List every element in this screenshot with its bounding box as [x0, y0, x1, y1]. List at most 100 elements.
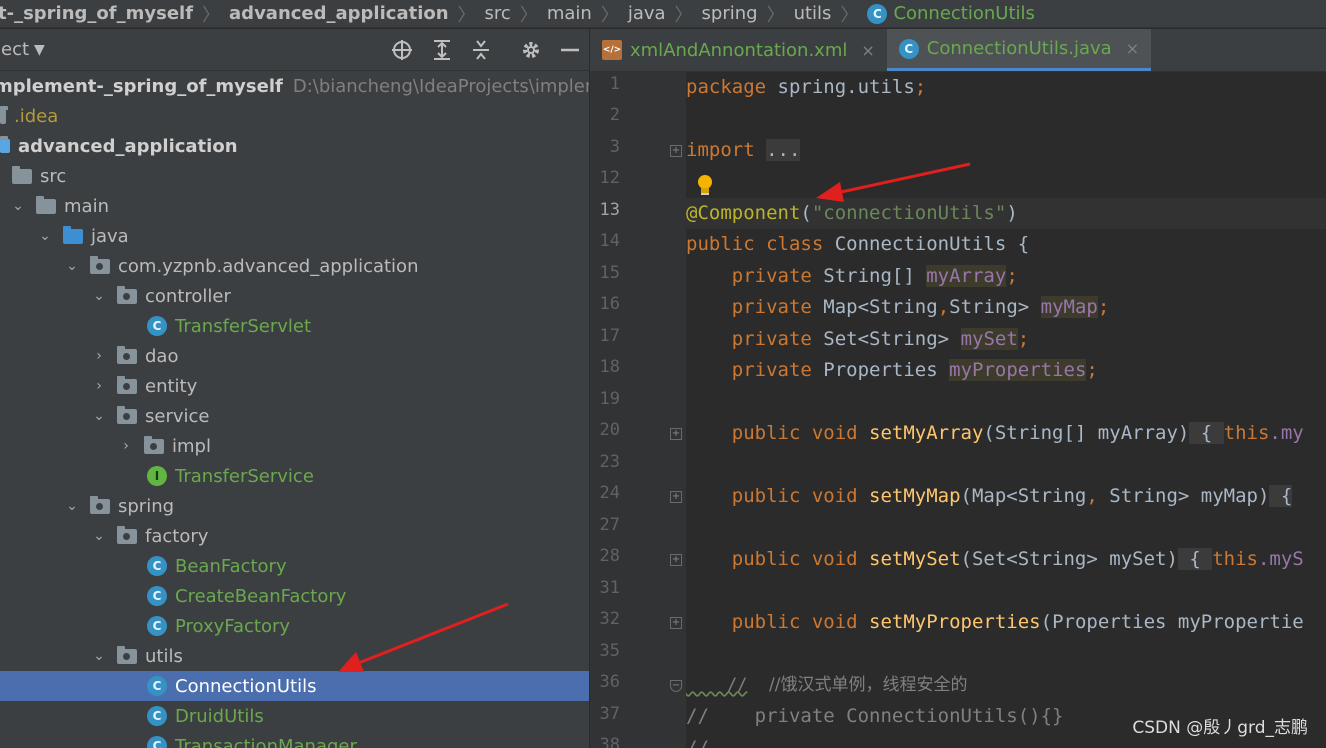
code-line: public void setMySet(Set<String> mySet) … — [686, 544, 1326, 575]
code-token: private — [686, 328, 812, 350]
breadcrumb-src[interactable]: src — [481, 3, 515, 24]
code-token: String> myMap) — [1097, 485, 1270, 507]
code-token: ; — [1017, 328, 1030, 350]
breadcrumb-main[interactable]: main — [543, 3, 596, 24]
tree-item-entity[interactable]: › entity — [0, 371, 589, 401]
code-token: ( — [800, 202, 812, 224]
close-icon[interactable]: × — [1126, 39, 1139, 58]
code-token: Map<String — [811, 296, 938, 318]
tree-item-java[interactable]: ⌄ java — [0, 221, 589, 251]
tree-item-package-root[interactable]: ⌄ com.yzpnb.advanced_application — [0, 251, 589, 281]
tab-connection-utils[interactable]: C ConnectionUtils.java × — [886, 29, 1152, 71]
code-token: public void — [686, 485, 870, 507]
package-icon — [117, 375, 137, 394]
fold-expand-icon[interactable]: + — [670, 617, 682, 629]
chevron-right-icon[interactable]: › — [118, 438, 134, 454]
breadcrumb-java[interactable]: java — [624, 3, 670, 24]
line-number: 2 — [609, 105, 620, 125]
code-token: setMyMap — [869, 485, 961, 507]
tree-item-advanced-application[interactable]: advanced_application — [0, 131, 589, 161]
tree-item-utils[interactable]: ⌄ utils — [0, 641, 589, 671]
tree-item-controller[interactable]: ⌄ controller — [0, 281, 589, 311]
class-icon: C — [147, 706, 167, 726]
line-number: 12 — [599, 168, 620, 188]
chevron-down-icon[interactable]: ⌄ — [37, 228, 53, 244]
fold-expand-icon[interactable]: + — [670, 145, 682, 157]
code-token: .my — [1269, 422, 1304, 444]
minimize-icon[interactable] — [558, 38, 582, 62]
tree-root-path: D:\biancheng\IdeaProjects\implement — [292, 75, 589, 97]
line-number: 3 — [609, 137, 620, 157]
code-token: setMySet — [869, 548, 961, 570]
breadcrumb-utils[interactable]: utils — [790, 3, 836, 24]
tree-item-factory[interactable]: ⌄ factory — [0, 521, 589, 551]
fold-expand-icon[interactable]: + — [670, 428, 682, 440]
breadcrumb-class-label: ConnectionUtils — [893, 3, 1035, 24]
code-area[interactable]: 1 2 3 12 13 14 15 16 17 18 19 20 23 24 2… — [590, 72, 1326, 748]
breadcrumb-module[interactable]: advanced_application — [225, 3, 453, 24]
tree-item-connection-utils[interactable]: C ConnectionUtils — [0, 671, 589, 701]
tab-xml[interactable]: </> xmlAndAnnontation.xml × — [590, 29, 887, 71]
tree-item-idea[interactable]: .idea — [0, 101, 589, 131]
code-token: String> — [949, 296, 1041, 318]
code-line: // //饿汉式单例，线程安全的 — [686, 670, 1326, 701]
chevron-right-icon: 〉 — [766, 4, 785, 26]
chevron-down-icon[interactable]: ⌄ — [91, 408, 107, 424]
breadcrumb: t-_spring_of_myself 〉 advanced_applicati… — [0, 0, 1326, 28]
line-number: 23 — [599, 452, 620, 472]
collapse-all-icon[interactable] — [469, 38, 493, 62]
locate-icon[interactable] — [390, 38, 414, 62]
tree-item-service[interactable]: ⌄ service — [0, 401, 589, 431]
line-number: 31 — [599, 578, 620, 598]
tree-item-proxy-factory[interactable]: C ProxyFactory — [0, 611, 589, 641]
tree-item-src[interactable]: src — [0, 161, 589, 191]
project-view-title[interactable]: ject — [0, 39, 29, 60]
fold-collapse-icon[interactable]: − — [670, 680, 682, 692]
chevron-down-icon[interactable]: ⌄ — [64, 498, 80, 514]
code-token: { — [1269, 485, 1293, 507]
chevron-down-icon[interactable]: ⌄ — [91, 288, 107, 304]
chevron-down-icon[interactable]: ⌄ — [10, 198, 26, 214]
code-token: ConnectionUtils { — [823, 233, 1030, 255]
class-icon: C — [147, 556, 167, 576]
tree-root[interactable]: mplement-_spring_of_myself D:\biancheng\… — [0, 71, 589, 101]
tree-item-label: java — [91, 225, 129, 247]
fold-expand-icon[interactable]: + — [670, 554, 682, 566]
tree-item-label: src — [40, 165, 67, 187]
tree-item-transaction-manager[interactable]: C TransactionManager — [0, 731, 589, 748]
code-token: myMap — [1040, 296, 1098, 318]
code-token: ; — [1097, 296, 1110, 318]
breadcrumb-class[interactable]: C ConnectionUtils — [863, 3, 1038, 24]
tree-item-bean-factory[interactable]: C BeanFactory — [0, 551, 589, 581]
lightbulb-icon[interactable] — [696, 175, 714, 197]
chevron-down-icon[interactable]: ⌄ — [91, 528, 107, 544]
tree-item-create-bean-factory[interactable]: C CreateBeanFactory — [0, 581, 589, 611]
tree-item-label: service — [145, 405, 210, 427]
tree-item-spring[interactable]: ⌄ spring — [0, 491, 589, 521]
chevron-down-icon[interactable]: ⌄ — [91, 648, 107, 664]
expand-all-icon[interactable] — [430, 38, 454, 62]
project-panel: ject ▼ mplement-_spring_of_myself D:\bia… — [0, 29, 589, 748]
chevron-right-icon[interactable]: › — [91, 348, 107, 364]
tree-item-dao[interactable]: › dao — [0, 341, 589, 371]
chevron-down-icon[interactable]: ▼ — [34, 42, 45, 58]
breadcrumb-project[interactable]: t-_spring_of_myself — [0, 3, 197, 24]
code-token: (Properties myPropertie — [1040, 611, 1304, 633]
tree-item-label: CreateBeanFactory — [175, 585, 347, 607]
chevron-right-icon[interactable]: › — [91, 378, 107, 394]
gear-icon[interactable] — [519, 38, 543, 62]
tree-item-main[interactable]: ⌄ main — [0, 191, 589, 221]
tree-item-transfer-service[interactable]: I TransferService — [0, 461, 589, 491]
line-number: 18 — [599, 357, 620, 377]
close-icon[interactable]: × — [861, 41, 874, 60]
tree-item-transfer-servlet[interactable]: C TransferServlet — [0, 311, 589, 341]
tree-item-impl[interactable]: › impl — [0, 431, 589, 461]
code-token: Set<String> — [811, 328, 961, 350]
tree-item-druid-utils[interactable]: C DruidUtils — [0, 701, 589, 731]
fold-expand-icon[interactable]: + — [670, 491, 682, 503]
folded-imports[interactable]: ... — [766, 139, 801, 161]
code-token: { — [1189, 422, 1224, 444]
chevron-down-icon[interactable]: ⌄ — [64, 258, 80, 274]
breadcrumb-spring[interactable]: spring — [698, 3, 762, 24]
code-token: import — [686, 139, 755, 161]
